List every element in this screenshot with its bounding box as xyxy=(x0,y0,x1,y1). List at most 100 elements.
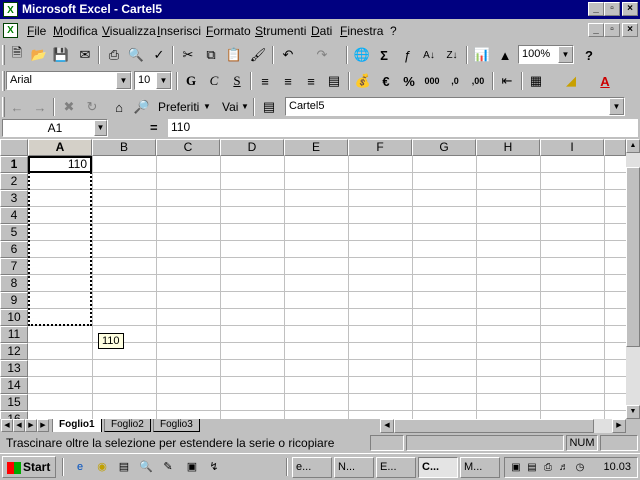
row-header-3[interactable]: 3 xyxy=(0,190,28,207)
first-sheet-icon[interactable]: ◀ xyxy=(1,419,13,432)
row-header-12[interactable]: 12 xyxy=(0,343,28,360)
font-select[interactable]: Arial ▼ xyxy=(6,71,132,90)
row-header-15[interactable]: 15 xyxy=(0,394,28,411)
minimize-button[interactable]: _ xyxy=(588,2,604,16)
column-header-b[interactable]: B xyxy=(92,139,156,156)
taskbar-item-m[interactable]: M... xyxy=(460,457,500,478)
scroll-left-icon[interactable]: ◀ xyxy=(380,419,394,433)
start-button[interactable]: Start xyxy=(2,456,56,478)
new-icon[interactable]: 🗎 xyxy=(6,45,28,65)
increase-decimal-button[interactable]: ,0 xyxy=(444,71,466,91)
clock[interactable]: 10.03 xyxy=(603,461,631,473)
row-header-10[interactable]: 10 xyxy=(0,309,28,326)
zoom-select[interactable]: 100% ▼ xyxy=(518,45,574,64)
sort-ascending-icon[interactable]: A↓ xyxy=(418,45,440,65)
row-header-16[interactable]: 16 xyxy=(0,411,28,419)
bold-button[interactable]: G xyxy=(180,71,202,91)
chevron-down-icon[interactable]: ▼ xyxy=(156,72,171,89)
excel-app-icon[interactable]: X xyxy=(3,2,18,17)
tray-volume-icon[interactable]: ♬ xyxy=(557,461,571,475)
cell-a1[interactable]: 110 xyxy=(28,156,92,173)
align-left-icon[interactable]: ≡ xyxy=(254,71,276,91)
close-button[interactable]: × xyxy=(622,2,638,16)
outlook-icon[interactable]: ◉ xyxy=(94,459,110,475)
column-header-f[interactable]: F xyxy=(348,139,412,156)
select-all-button[interactable] xyxy=(0,139,28,156)
name-box[interactable]: A1 ▼ xyxy=(2,119,108,137)
font-color-icon[interactable]: A xyxy=(594,71,616,91)
email-icon[interactable]: ✉ xyxy=(74,45,96,65)
chevron-down-icon[interactable]: ▼ xyxy=(116,72,131,89)
fill-color-icon[interactable]: ◢ xyxy=(560,71,582,91)
vertical-scroll-thumb[interactable] xyxy=(626,167,640,347)
address-field[interactable]: Cartel5 ▼ xyxy=(285,97,625,116)
vertical-scrollbar[interactable]: ▲ ▼ xyxy=(626,139,640,419)
menu-modifica[interactable]: Modifica xyxy=(53,24,98,38)
favorites-menu[interactable]: Preferiti xyxy=(158,100,199,114)
borders-icon[interactable]: ▦ xyxy=(525,71,547,91)
menu-file[interactable]: File xyxy=(27,24,46,38)
row-header-9[interactable]: 9 xyxy=(0,292,28,309)
cut-icon[interactable]: ✂ xyxy=(177,45,199,65)
column-header-h[interactable]: H xyxy=(476,139,540,156)
stop-icon[interactable]: ✖ xyxy=(58,97,80,117)
column-header-g[interactable]: G xyxy=(412,139,476,156)
redo-icon[interactable]: ↷ xyxy=(311,45,333,65)
edit-formula-button[interactable]: = xyxy=(150,120,158,135)
taskbar-item-explorer[interactable]: E... xyxy=(376,457,416,478)
paste-icon[interactable]: 📋 xyxy=(223,45,245,65)
font-size-select[interactable]: 10 ▼ xyxy=(134,71,172,90)
document-icon[interactable]: X xyxy=(3,23,18,38)
quicklaunch-icon[interactable]: ↯ xyxy=(206,459,222,475)
search-web-icon[interactable]: 🔎 xyxy=(131,97,153,117)
percent-button[interactable]: % xyxy=(398,71,420,91)
sort-descending-icon[interactable]: Z↓ xyxy=(441,45,463,65)
decrease-decimal-button[interactable]: ,00 xyxy=(467,71,489,91)
toolbar-grip[interactable] xyxy=(2,45,5,65)
taskbar-item-excel[interactable]: C... xyxy=(418,457,458,478)
goto-menu[interactable]: Vai xyxy=(222,100,238,114)
open-icon[interactable]: 📂 xyxy=(28,45,50,65)
toolbar-grip[interactable] xyxy=(2,71,5,91)
row-header-6[interactable]: 6 xyxy=(0,241,28,258)
hyperlink-icon[interactable]: 🌐 xyxy=(351,45,373,65)
chevron-down-icon[interactable]: ▼ xyxy=(94,120,107,136)
scroll-down-icon[interactable]: ▼ xyxy=(626,405,640,419)
drawing-icon[interactable]: ▲ xyxy=(494,45,516,65)
column-header-partial[interactable] xyxy=(604,139,626,156)
autosum-icon[interactable]: Σ xyxy=(373,45,395,65)
row-header-2[interactable]: 2 xyxy=(0,173,28,190)
chevron-down-icon[interactable]: ▼ xyxy=(241,102,249,111)
tray-network-icon[interactable]: ▣ xyxy=(509,461,523,475)
tray-scheduler-icon[interactable]: ◷ xyxy=(573,461,587,475)
menu-dati[interactable]: Dati xyxy=(311,24,332,38)
column-header-c[interactable]: C xyxy=(156,139,220,156)
maximize-button[interactable]: ▫ xyxy=(604,2,620,16)
sheet-tab-foglio1[interactable]: Foglio1 xyxy=(52,419,102,432)
thousands-button[interactable]: 000 xyxy=(421,71,443,91)
worksheet-grid[interactable]: A B C D E F G H I 1 2 3 4 5 6 7 8 9 10 1… xyxy=(0,139,640,419)
save-icon[interactable]: 💾 xyxy=(50,45,72,65)
refresh-icon[interactable]: ↻ xyxy=(81,97,103,117)
euro-button[interactable]: € xyxy=(375,71,397,91)
column-header-i[interactable]: I xyxy=(540,139,604,156)
chevron-down-icon[interactable]: ▼ xyxy=(203,102,211,111)
menu-finestra[interactable]: Finestra xyxy=(340,24,383,38)
horizontal-scroll-thumb[interactable] xyxy=(394,419,594,433)
tray-printer-icon[interactable]: ⎙ xyxy=(541,461,555,475)
next-sheet-icon[interactable]: ▶ xyxy=(25,419,37,432)
scroll-up-icon[interactable]: ▲ xyxy=(626,139,640,153)
spellcheck-icon[interactable]: ✓ xyxy=(148,45,170,65)
prev-sheet-icon[interactable]: ◀ xyxy=(13,419,25,432)
format-painter-icon[interactable]: 🖌 xyxy=(247,45,269,65)
chevron-down-icon[interactable]: ▼ xyxy=(558,46,573,63)
row-header-11[interactable]: 11 xyxy=(0,326,28,343)
show-only-web-toolbar-icon[interactable]: ▤ xyxy=(258,97,280,117)
underline-button[interactable]: S xyxy=(226,71,248,91)
taskbar-item-word[interactable]: e... xyxy=(292,457,332,478)
desktop-icon[interactable]: ▤ xyxy=(116,459,132,475)
print-icon[interactable]: ⎙ xyxy=(103,45,125,65)
column-header-a[interactable]: A xyxy=(28,139,92,156)
indent-icon[interactable]: ⇤ xyxy=(496,71,518,91)
print-preview-icon[interactable]: 🔍 xyxy=(125,45,147,65)
